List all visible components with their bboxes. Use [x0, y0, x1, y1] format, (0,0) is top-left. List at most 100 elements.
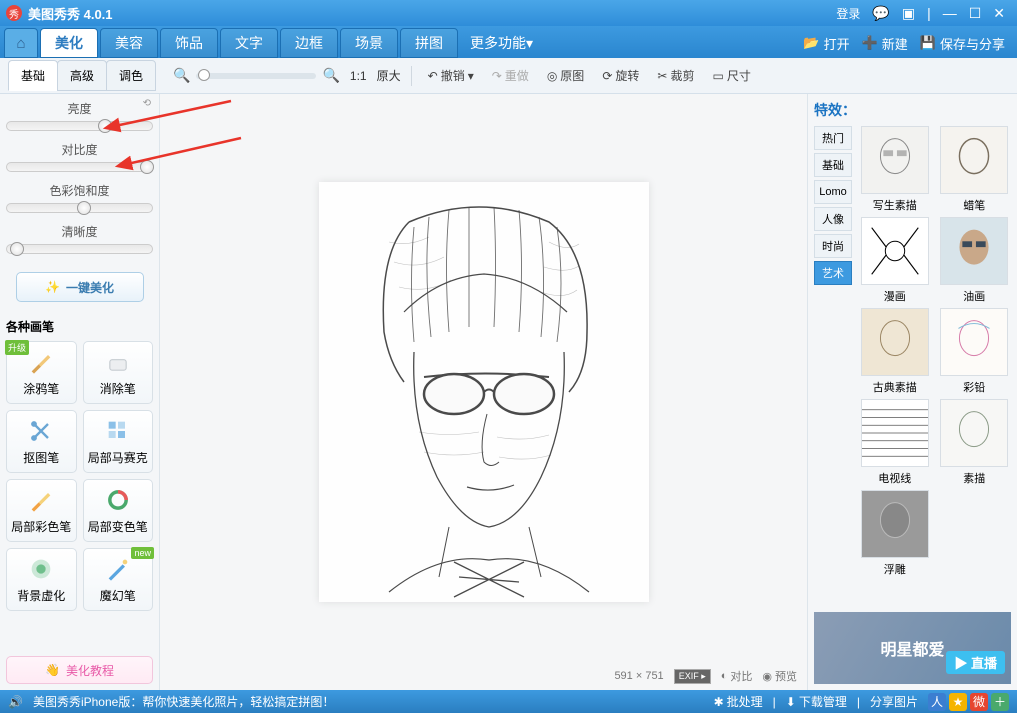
original-button[interactable]: ◎ 原图 [541, 63, 591, 88]
zoom-in-icon[interactable]: 🔍 [322, 67, 339, 84]
tab-beauty[interactable]: 美容 [100, 28, 158, 58]
download-mgr-button[interactable]: ⬇ 下载管理 [786, 693, 847, 710]
scale-11[interactable]: 1:1 [350, 69, 367, 83]
tool-blur[interactable]: 背景虚化 [6, 548, 77, 611]
fx-crayon[interactable]: 蜡笔 [938, 126, 1012, 213]
dimensions-button[interactable]: ▭ 尺寸 [706, 63, 756, 88]
cat-portrait[interactable]: 人像 [814, 207, 852, 231]
fx-oilpaint[interactable]: 油画 [938, 217, 1012, 304]
minimize-button[interactable]: — [937, 3, 963, 23]
effects-title: 特效： [814, 100, 1011, 120]
cat-hot[interactable]: 热门 [814, 126, 852, 150]
fx-classic-sketch[interactable]: 古典素描 [858, 308, 932, 395]
sharpness-label: 清晰度 [6, 223, 153, 240]
saturation-group: 色彩饱和度 [6, 182, 153, 213]
zoom-slider[interactable] [196, 73, 316, 79]
sharpness-group: 清晰度 [6, 223, 153, 254]
share-add-icon[interactable]: ＋ [991, 693, 1009, 711]
share-icons: 人 ★ 微 ＋ [928, 693, 1009, 711]
quick-beautify-button[interactable]: ✨ 一键美化 [16, 272, 144, 302]
tab-scene[interactable]: 场景 [340, 28, 398, 58]
reset-icon[interactable]: ⟲ [143, 98, 151, 109]
brush-icon [27, 348, 55, 376]
folder-icon: 📂 [803, 35, 819, 51]
preview-button[interactable]: ◉ 预览 [762, 668, 797, 684]
rotate-button[interactable]: ⟳ 旋转 [596, 63, 645, 88]
subtab-color[interactable]: 调色 [106, 60, 156, 91]
tab-frame[interactable]: 边框 [280, 28, 338, 58]
image-dimensions: 591 × 751 [614, 670, 663, 682]
screen-icon[interactable]: ▣ [896, 3, 921, 24]
live-badge: ▶ 直播 [946, 651, 1005, 674]
app-logo: 秀 [6, 5, 22, 21]
brightness-slider[interactable] [6, 121, 153, 131]
share-renren-icon[interactable]: 人 [928, 693, 946, 711]
cat-lomo[interactable]: Lomo [814, 180, 852, 204]
tool-cutout[interactable]: 抠图笔 [6, 410, 77, 473]
undo-button[interactable]: ↶ 撤销 ▾ [422, 63, 480, 88]
fx-pencil-sketch[interactable]: 素描 [938, 399, 1012, 486]
share-qzone-icon[interactable]: ★ [949, 693, 967, 711]
tab-text[interactable]: 文字 [220, 28, 278, 58]
home-tab[interactable]: ⌂ [4, 28, 38, 58]
chat-icon[interactable]: 💬 [866, 3, 895, 24]
tab-ornament[interactable]: 饰品 [160, 28, 218, 58]
new-button[interactable]: ➕新建 [862, 34, 908, 53]
sketch-image [319, 182, 649, 602]
eraser-icon [104, 348, 132, 376]
open-button[interactable]: 📂打开 [803, 34, 849, 53]
sharpness-slider[interactable] [6, 244, 153, 254]
tool-changecolor[interactable]: 局部变色笔 [83, 479, 154, 542]
redo-button[interactable]: ↷ 重做 [486, 63, 535, 88]
saturation-label: 色彩饱和度 [6, 182, 153, 199]
tab-more[interactable]: 更多功能 ▾ [460, 28, 543, 58]
new-badge: new [131, 547, 154, 559]
tool-magic[interactable]: 魔幻笔 new [83, 548, 154, 611]
fx-comic[interactable]: 漫画 [858, 217, 932, 304]
status-bar: 🔊 美图秀秀iPhone版：帮你快速美化照片，轻松搞定拼图！ ✱ 批处理 | ⬇… [0, 690, 1017, 713]
contrast-slider[interactable] [6, 162, 153, 172]
zoom-out-icon[interactable]: 🔍 [173, 67, 190, 84]
right-panel: 特效： 热门 基础 Lomo 人像 时尚 艺术 写生素描 蜡笔 漫画 油画 古典… [807, 94, 1017, 690]
sound-icon[interactable]: 🔊 [8, 695, 23, 709]
fx-emboss[interactable]: 浮雕 [858, 490, 932, 577]
tab-collage[interactable]: 拼图 [400, 28, 458, 58]
login-link[interactable]: 登录 [830, 3, 866, 24]
tool-colorbrush[interactable]: 局部彩色笔 [6, 479, 77, 542]
scale-orig[interactable]: 原大 [377, 67, 401, 84]
contrast-label: 对比度 [6, 141, 153, 158]
cat-fashion[interactable]: 时尚 [814, 234, 852, 258]
crop-button[interactable]: ✂ 裁剪 [651, 63, 700, 88]
close-button[interactable]: ✕ [987, 3, 1011, 24]
title-bar: 秀 美图秀秀 4.0.1 登录 💬 ▣ | — ☐ ✕ [0, 0, 1017, 26]
save-button[interactable]: 💾保存与分享 [920, 34, 1005, 53]
fx-tvline[interactable]: 电视线 [858, 399, 932, 486]
subtab-basic[interactable]: 基础 [8, 60, 58, 91]
share-weibo-icon[interactable]: 微 [970, 693, 988, 711]
tool-mosaic[interactable]: 局部马赛克 [83, 410, 154, 473]
sep-icon: | [921, 3, 937, 23]
save-icon: 💾 [920, 35, 936, 51]
fx-colored-pencil[interactable]: 彩铅 [938, 308, 1012, 395]
share-button[interactable]: 分享图片 [870, 693, 918, 710]
tab-beautify[interactable]: 美化 [40, 28, 98, 58]
cat-art[interactable]: 艺术 [814, 261, 852, 285]
saturation-slider[interactable] [6, 203, 153, 213]
cat-basic[interactable]: 基础 [814, 153, 852, 177]
subtab-advanced[interactable]: 高级 [57, 60, 107, 91]
zoom-group: 🔍 🔍 1:1 原大 [173, 67, 401, 84]
blur-icon [27, 555, 55, 583]
image-wrap[interactable] [319, 182, 649, 602]
batch-button[interactable]: ✱ 批处理 [714, 693, 763, 710]
ad-text: 明星都爱 [880, 636, 944, 660]
maximize-button[interactable]: ☐ [963, 3, 988, 24]
magic-icon [104, 555, 132, 583]
tool-doodle[interactable]: 涂鸦笔 升级 [6, 341, 77, 404]
tutorial-button[interactable]: 👋 美化教程 [6, 656, 153, 684]
changecolor-icon [104, 486, 132, 514]
fx-sketch-life[interactable]: 写生素描 [858, 126, 932, 213]
exif-badge[interactable]: EXIF ▸ [674, 669, 711, 684]
compare-button[interactable]: ◐ 对比 [721, 668, 753, 684]
ad-banner[interactable]: 明星都爱 ▶ 直播 [814, 612, 1011, 684]
tool-eraser[interactable]: 消除笔 [83, 341, 154, 404]
